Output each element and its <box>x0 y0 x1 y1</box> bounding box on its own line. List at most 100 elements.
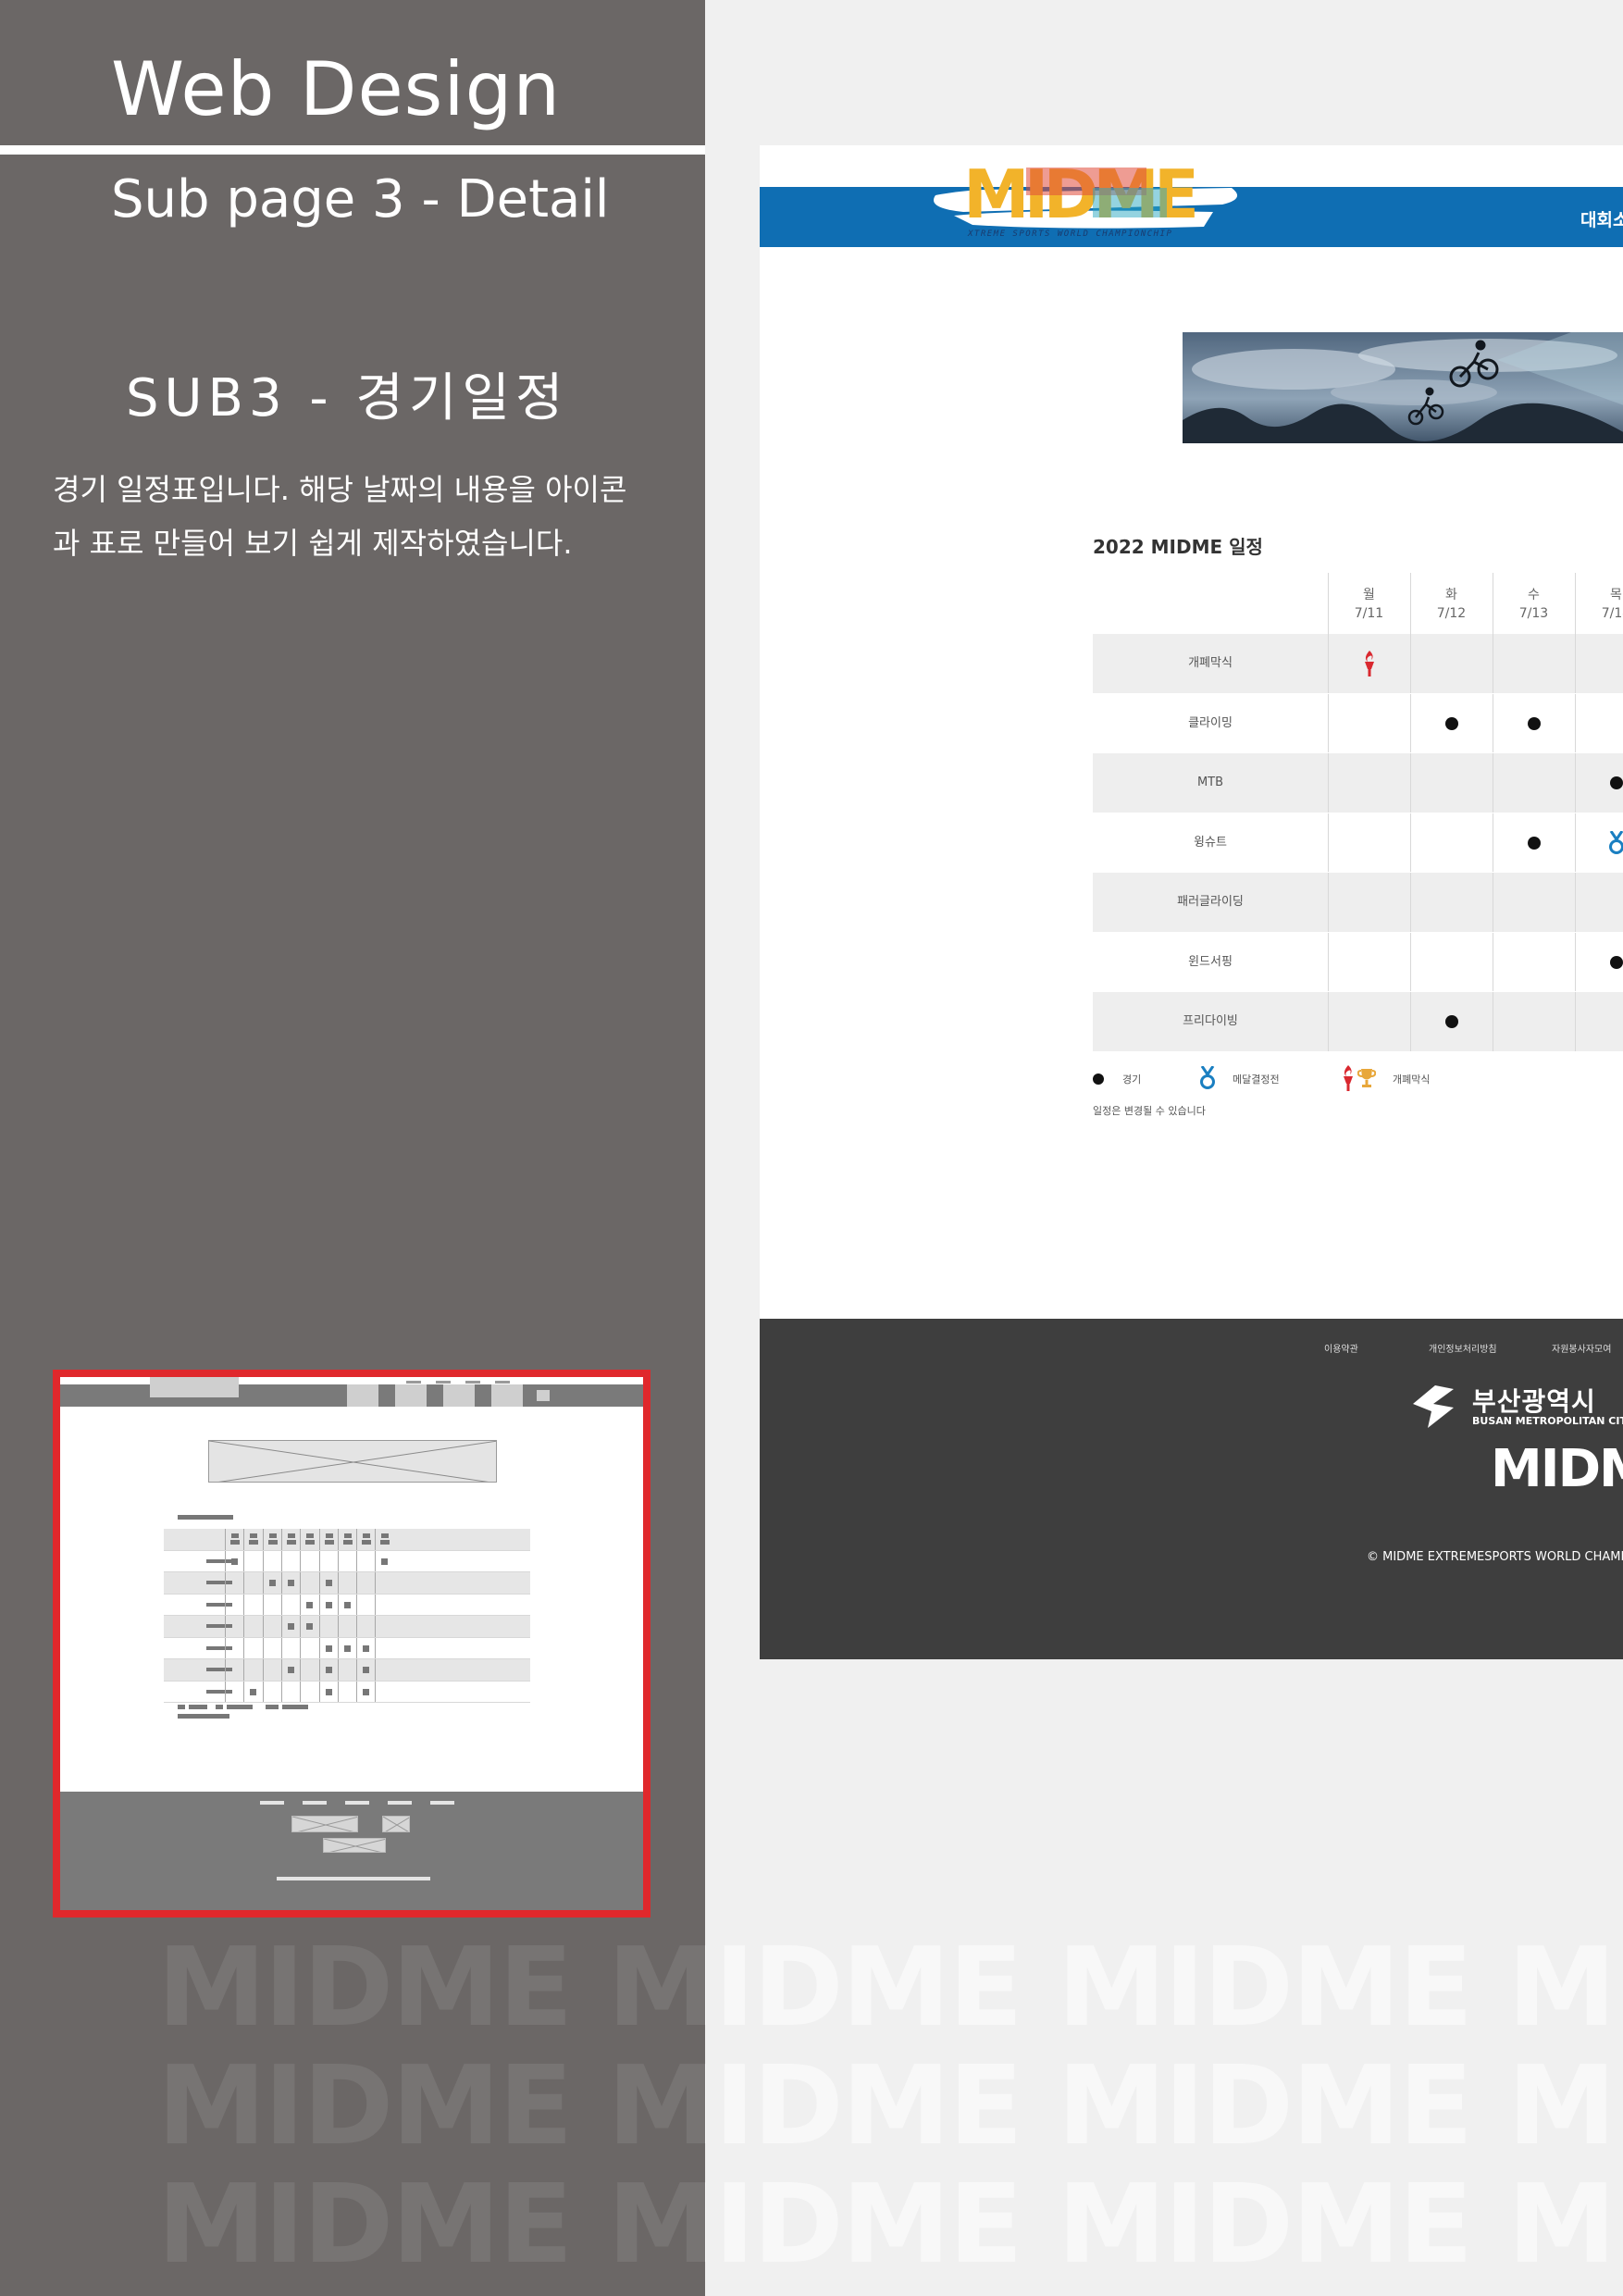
wf-row <box>164 1550 530 1572</box>
schedule-cell <box>1328 753 1410 813</box>
schedule-cell <box>1575 933 1623 992</box>
wf-column-divider <box>243 1659 245 1681</box>
day-of-week: 화 <box>1445 588 1457 602</box>
wf-column-divider <box>318 1681 320 1702</box>
busan-logo[interactable]: 부산광역시 BUSAN METROPOLITAN CITY <box>1407 1374 1623 1435</box>
event-name: 프리다이빙 <box>1183 1014 1238 1028</box>
schedule-table: 월 7/11 화 7/12 수 7/13 목 7/14 개폐막식클라이밍 MTB 윙슈트패러글라이… <box>1093 573 1623 1052</box>
torch-icon <box>1341 1064 1356 1094</box>
wf-footer-link <box>345 1801 369 1805</box>
match-dot-icon <box>1444 716 1458 730</box>
wf-dot <box>363 1667 370 1673</box>
wf-menu-box <box>491 1384 523 1407</box>
wf-menu-box <box>537 1390 550 1401</box>
wf-column-divider <box>225 1659 226 1681</box>
site-footer: 이용약관 개인정보처리방침 자원봉사자모여 부산광역시 BUSAN METROP… <box>760 1319 1623 1659</box>
match-dot-icon <box>1527 836 1541 850</box>
wf-column-divider <box>375 1529 377 1550</box>
schedule-cell <box>1328 873 1410 932</box>
footer-link-volunteer[interactable]: 자원봉사자모여 <box>1552 1341 1611 1355</box>
page-mockup: MIDME XTREME SPORTS WORLD CHAMPIONCHIP 대… <box>760 145 1623 1659</box>
wf-column-divider <box>337 1550 339 1571</box>
footer-link-terms[interactable]: 이용약관 <box>1324 1341 1358 1355</box>
match-dot-icon <box>1527 716 1541 730</box>
schedule-cell <box>1493 753 1575 813</box>
wf-dot <box>287 1580 294 1586</box>
wf-top-link <box>406 1381 421 1384</box>
wf-top-link <box>465 1381 480 1384</box>
schedule-cell <box>1493 933 1575 992</box>
schedule-cell <box>1493 813 1575 873</box>
wf-event-mark <box>206 1558 232 1563</box>
wf-event-mark <box>206 1602 232 1607</box>
schedule-row: 개폐막식 <box>1093 634 1623 694</box>
wf-footer-logo <box>291 1816 358 1832</box>
schedule-cell <box>1575 992 1623 1051</box>
wf-event-mark <box>206 1581 232 1584</box>
wf-dot <box>268 1580 276 1586</box>
busan-name-ko: 부산광역시 <box>1472 1386 1596 1417</box>
wf-dot <box>381 1558 389 1565</box>
schedule-row: 패러글라이딩 <box>1093 873 1623 933</box>
day-date: 7/11 <box>1354 606 1384 621</box>
wf-date-mark <box>362 1540 372 1545</box>
legend-ceremony-label: 개폐막식 <box>1393 1074 1431 1086</box>
schedule-cell <box>1410 933 1493 992</box>
column-divider <box>1410 573 1411 634</box>
schedule-cell <box>1575 694 1623 753</box>
schedule-cell <box>1575 634 1623 693</box>
wf-column-divider <box>356 1529 358 1550</box>
schedule-cell <box>1410 813 1493 873</box>
midme-logo[interactable]: MIDME XTREME SPORTS WORLD CHAMPIONCHIP <box>926 151 1250 247</box>
wf-column-divider <box>375 1659 377 1681</box>
svg-text:XTREME SPORTS WORLD CHAMPIONCH: XTREME SPORTS WORLD CHAMPIONCHIP <box>967 230 1172 239</box>
legend-match: 경기 <box>1093 1066 1141 1092</box>
wf-legend-mark <box>189 1705 207 1709</box>
wf-dot <box>250 1688 257 1695</box>
wf-column-divider <box>337 1659 339 1681</box>
wf-column-divider <box>280 1550 282 1571</box>
schedule-cell <box>1410 992 1493 1051</box>
schedule-cell <box>1575 753 1623 813</box>
wf-footer-logo <box>382 1816 410 1832</box>
wf-column-divider <box>243 1594 245 1615</box>
schedule-cell <box>1493 694 1575 753</box>
wf-column-divider <box>337 1572 339 1594</box>
schedule-cell <box>1328 992 1410 1051</box>
wf-caption <box>178 1515 233 1520</box>
nav-item-about[interactable]: 대회소 <box>1580 206 1623 231</box>
wf-event-mark <box>206 1624 232 1628</box>
legend-medal: 메달결정전 <box>1199 1064 1280 1092</box>
wf-column-divider <box>375 1572 377 1594</box>
wf-column-divider <box>262 1659 264 1681</box>
wf-legend-mark <box>266 1705 279 1709</box>
day-of-week: 월 <box>1363 588 1375 602</box>
schedule-body: 개폐막식 클라이밍 MTB 윙슈트 패러글라이딩 윈드서핑 프리다이빙 <box>1093 634 1623 1052</box>
wf-column-divider <box>356 1616 358 1637</box>
wf-dot <box>287 1623 294 1630</box>
wf-dot <box>363 1688 370 1695</box>
wf-event-mark <box>206 1668 232 1671</box>
wireframe-thumbnail <box>53 1370 650 1917</box>
wf-dot <box>306 1601 314 1608</box>
wf-column-divider <box>356 1637 358 1658</box>
column-divider <box>1575 573 1576 634</box>
schedule-row: 윈드서핑 <box>1093 932 1623 992</box>
wf-date-mark <box>230 1540 240 1545</box>
day-header: 화 7/12 <box>1410 586 1493 623</box>
wf-column-divider <box>318 1659 320 1681</box>
schedule-row: 클라이밍 <box>1093 693 1623 753</box>
wf-column-divider <box>262 1637 264 1658</box>
wf-dot <box>325 1580 332 1586</box>
wf-menu-box <box>347 1384 378 1407</box>
wf-footer-logo <box>323 1838 386 1853</box>
footer-link-privacy[interactable]: 개인정보처리방침 <box>1429 1341 1497 1355</box>
wf-menu-box <box>395 1384 427 1407</box>
day-date: 7/12 <box>1436 606 1467 621</box>
wf-column-divider <box>318 1637 320 1658</box>
wf-footer-link <box>430 1801 454 1805</box>
wf-column-divider <box>225 1616 226 1637</box>
wf-day-mark <box>250 1533 258 1538</box>
wf-column-divider <box>300 1637 302 1658</box>
wf-column-divider <box>243 1550 245 1571</box>
